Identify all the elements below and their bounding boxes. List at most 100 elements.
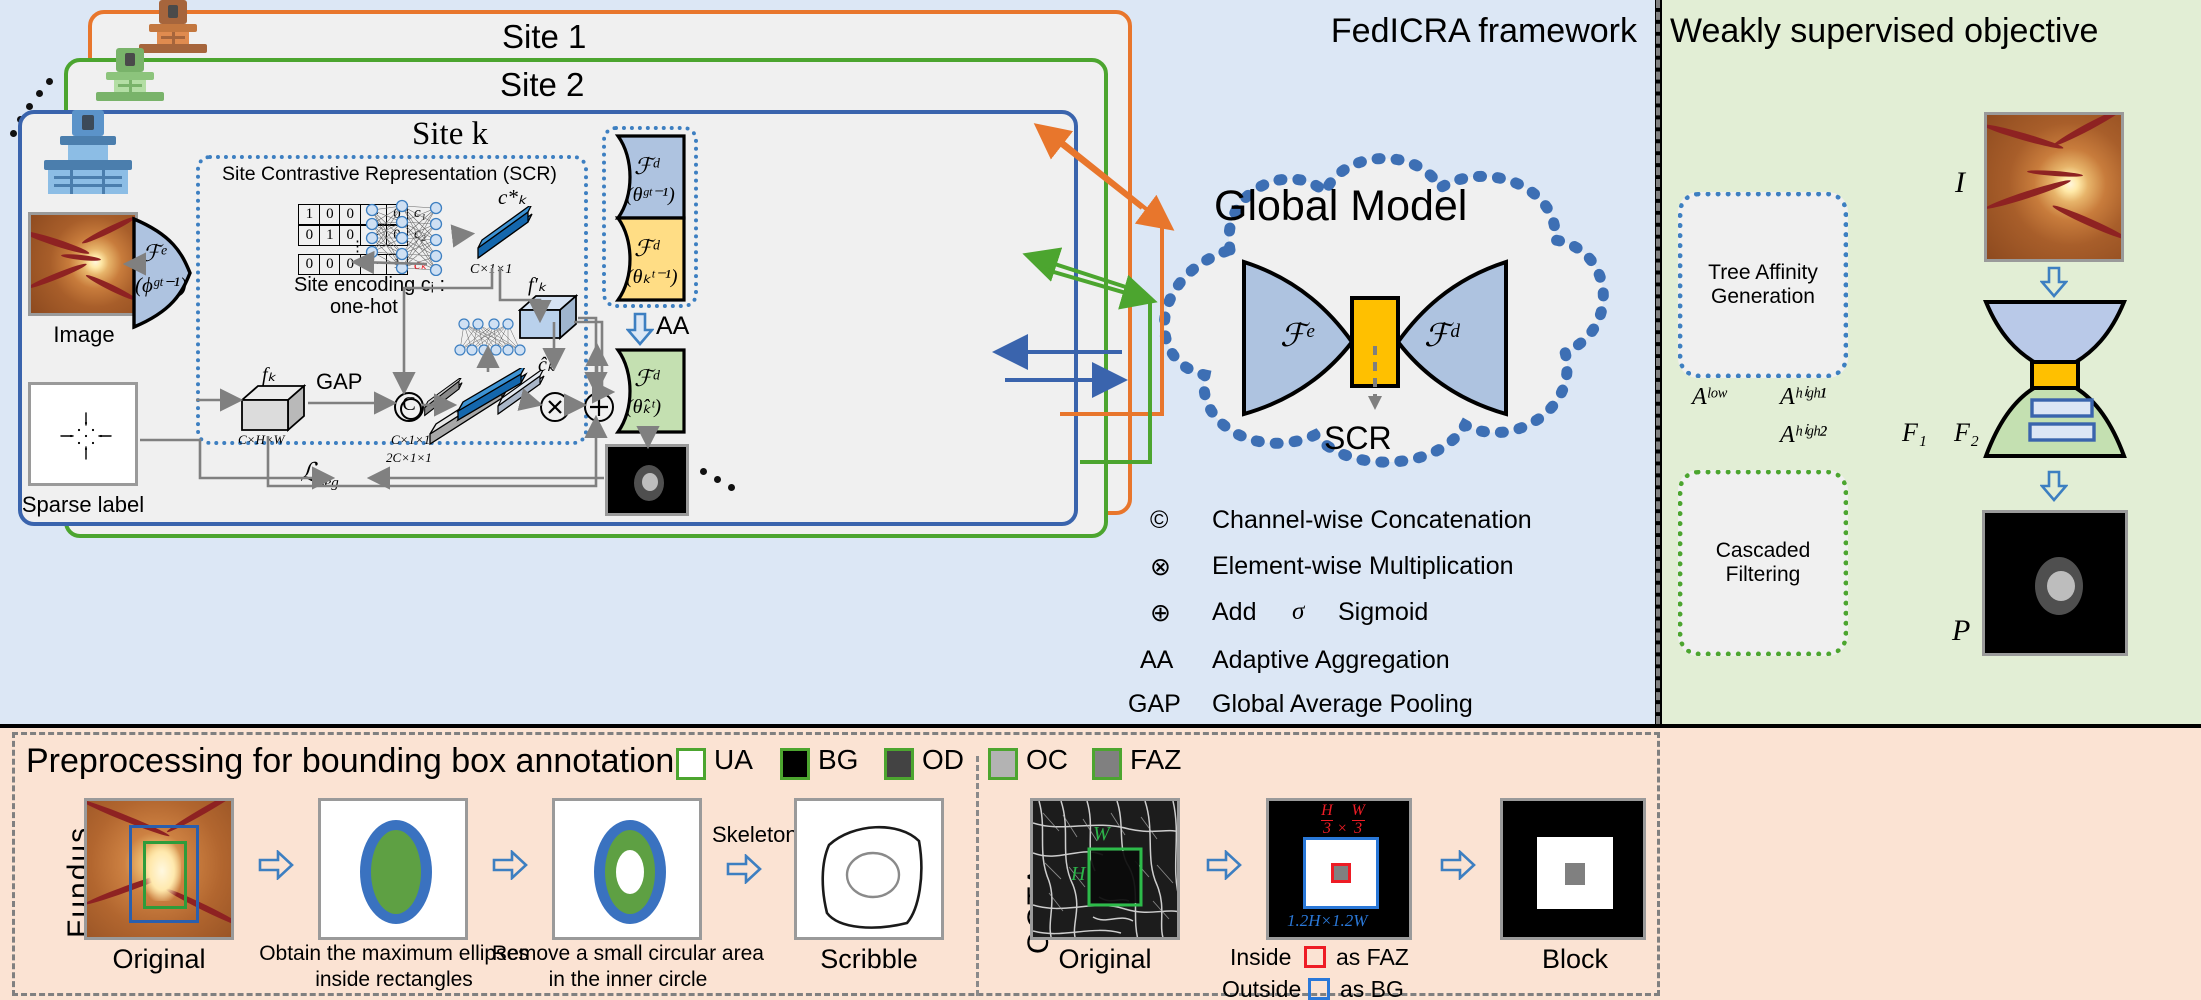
- local-decoder-block: ℱᵈ (θₖᵗ⁻¹): [612, 216, 688, 302]
- legend-aa-text: Adaptive Aggregation: [1212, 646, 1450, 674]
- onehot-cell: 1: [318, 225, 341, 246]
- octa-12hw-note: 1.2H×1.2W: [1287, 911, 1368, 930]
- concat-op-icon: C: [394, 392, 424, 422]
- class-swatch-ua: [676, 748, 706, 780]
- global-decoder-block: ℱᵈ (θᵍᵗ⁻¹): [612, 134, 688, 220]
- legend-multiply-icon: ⊗: [1150, 553, 1171, 581]
- class-label-oc: OC: [1026, 744, 1068, 775]
- ck-star-dims: C×1×1: [470, 262, 513, 277]
- a-high1-label: Aʰⁱᵍʰ¹: [1780, 384, 1827, 410]
- concat-vector-dims: 2C×1×1: [386, 450, 432, 465]
- panel-divider: [1656, 0, 1660, 724]
- fundus-step3-caption-l2: in the inner circle: [548, 968, 708, 991]
- global-encoder-symbol: ℱᵉ: [1280, 317, 1314, 353]
- encoder-symbol: ℱᵉ: [142, 241, 167, 266]
- weak-supervision-panel: Weakly supervised objective I Tree Affin…: [1662, 0, 2201, 724]
- aggregated-decoder-params: (θ̂ₖᵗ): [626, 396, 662, 418]
- site-1-label: Site 1: [502, 18, 587, 55]
- onehot-cell: 0: [339, 254, 362, 275]
- onehot-cell: 0: [318, 254, 341, 275]
- ck-hat-label: ĉₖ: [538, 354, 556, 376]
- cascaded-filtering-box: Cascaded Filtering: [1678, 470, 1848, 656]
- site-k-label: Site k: [412, 116, 489, 152]
- preprocessing-panel: Preprocessing for bounding box annotatio…: [0, 728, 2201, 1000]
- legend-add-text: Add: [1212, 598, 1257, 626]
- octa-h-label: H: [1071, 863, 1086, 885]
- legend-add-icon: ⊕: [1150, 599, 1171, 627]
- f2-label: F₂: [1954, 418, 1979, 447]
- fundus-step4-caption: Scribble: [820, 944, 918, 974]
- aa-arrow-label: AA: [656, 312, 690, 340]
- global-model-title: Global Model: [1214, 182, 1468, 230]
- site-encoding-caption-2: one-hot: [330, 296, 398, 318]
- cascaded-line1: Cascaded: [1715, 539, 1811, 562]
- site-2-label: Site 2: [500, 66, 585, 103]
- preprocessing-title: Preprocessing for bounding box annotatio…: [26, 742, 675, 780]
- global-decoder-symbol: ℱᵈ: [634, 154, 660, 179]
- local-decoder-symbol: ℱᵈ: [634, 236, 660, 261]
- octa-step1-caption: Original: [1058, 944, 1152, 974]
- legend-multiply-text: Element-wise Multiplication: [1212, 552, 1514, 580]
- class-swatch-faz: [1092, 748, 1122, 780]
- global-scr-label: SCR: [1324, 420, 1392, 456]
- input-fundus-image: [28, 212, 138, 316]
- fundus-arrow-3-icon: [726, 853, 762, 889]
- class-swatch-bg: [780, 748, 810, 780]
- class-label-od: OD: [922, 744, 964, 775]
- octa-outside-as-bg: as BG: [1340, 976, 1404, 1000]
- weak-unet-model: [1980, 300, 2130, 460]
- sparse-label-thumb-caption: Sparse label: [21, 492, 145, 517]
- octa-arrow-1-icon: [1206, 849, 1242, 885]
- multiply-op-icon: [540, 392, 570, 422]
- weak-block-arrow-1-icon: [2039, 266, 2069, 303]
- a-low-label: Aˡᵒʷ: [1692, 384, 1727, 410]
- legend-gap-icon: GAP: [1128, 690, 1181, 718]
- fundus-octa-divider: [976, 756, 979, 996]
- octa-inside-as-faz: as FAZ: [1336, 944, 1409, 970]
- legend-sigmoid-text: Sigmoid: [1338, 598, 1429, 626]
- weak-panel-title: Weakly supervised objective: [1670, 12, 2099, 50]
- aggregated-decoder-symbol: ℱᵈ: [634, 366, 660, 391]
- onehot-cell: 1: [298, 204, 321, 225]
- aa-block-arrow-icon: [625, 312, 655, 351]
- legend-aa-icon: AA: [1140, 646, 1174, 674]
- class-label-ua: UA: [714, 744, 753, 775]
- global-decoder-params: (θᵍᵗ⁻¹): [626, 184, 675, 206]
- encoder-block: ℱᵉ (ϕᵍᵗ⁻¹): [132, 215, 194, 331]
- fundus-ring-image: [552, 798, 702, 940]
- hospital-icon-sitek: [40, 110, 140, 196]
- cascaded-line2: Filtering: [1725, 563, 1801, 586]
- weak-block-arrow-2-icon: [2039, 470, 2069, 507]
- encoder-params: (ϕᵍᵗ⁻¹): [135, 273, 187, 297]
- fedicra-panel-title: FedICRA framework: [1330, 12, 1637, 50]
- fundus-step1-caption: Original: [112, 944, 206, 974]
- class-swatch-oc: [988, 748, 1018, 780]
- octa-arrow-2-icon: [1440, 849, 1476, 885]
- onehot-cell: 0: [339, 204, 362, 225]
- figure-root: FedICRA framework Site 1 Site 2 Site k I…: [0, 0, 2201, 1000]
- a-high2-label: Aʰⁱᵍʰ²: [1780, 422, 1827, 448]
- mlp-network-1: [360, 198, 452, 281]
- sites-bottom-ellipsis-dots: [700, 468, 744, 508]
- aggregated-decoder-block: ℱᵈ (θ̂ₖᵗ): [612, 348, 688, 434]
- global-model-cloud: Global Model ℱᵉ ℱᵈ SCR: [1110, 130, 1630, 480]
- sparse-label-thumb: [28, 382, 138, 486]
- legend-gap-text: Global Average Pooling: [1212, 690, 1473, 718]
- global-model-bowtie: ℱᵉ ℱᵈ: [1240, 258, 1510, 418]
- octa-hw-note: H3 × W3: [1321, 802, 1365, 837]
- fundus-scribble-image: [794, 798, 944, 940]
- prediction-p-label: P: [1952, 614, 1971, 647]
- fundus-original-image: [84, 798, 234, 940]
- octa-outside-label: Outside: [1222, 976, 1302, 1000]
- octa-inside-label: Inside: [1230, 944, 1292, 970]
- class-label-bg: BG: [818, 744, 859, 775]
- octa-w-label: W: [1093, 823, 1110, 845]
- legend-sigma-icon: σ: [1292, 598, 1305, 625]
- tree-affinity-line2: Generation: [1711, 285, 1815, 308]
- legend-concat-text: Channel-wise Concatenation: [1212, 506, 1532, 534]
- fk-prime-cube: [517, 292, 579, 351]
- hospital-icon-site2: [88, 48, 172, 106]
- legend-concat-icon: ©: [1150, 506, 1169, 534]
- fk-feature-cube: [239, 382, 307, 439]
- fundus-arrow-1-icon: [258, 849, 294, 885]
